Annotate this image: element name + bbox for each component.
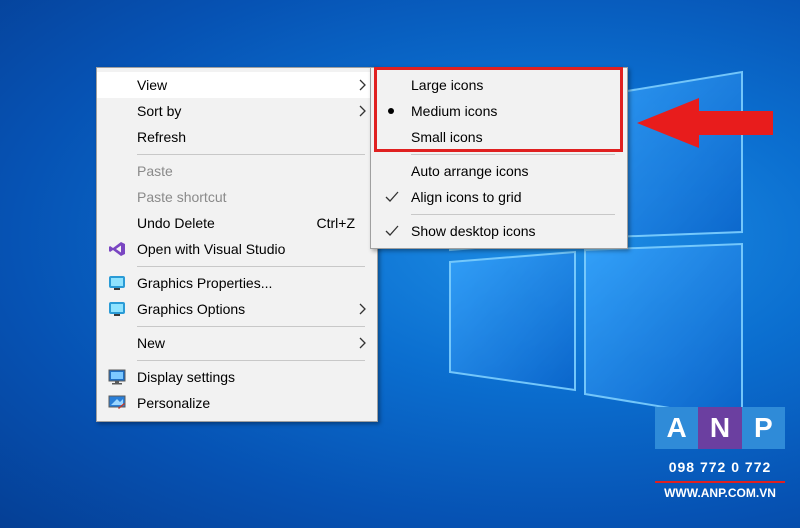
menu-separator	[137, 326, 365, 327]
menu-item-label: New	[137, 335, 166, 351]
menu-item-label: Undo Delete	[137, 215, 215, 231]
menu-item-graphics-properties[interactable]: Graphics Properties...	[97, 270, 377, 296]
watermark-phone: 098 772 0 772	[668, 459, 772, 475]
menu-item-label: Align icons to grid	[411, 189, 522, 205]
logo-letter: A	[655, 407, 699, 449]
menu-item-label: Personalize	[137, 395, 211, 411]
intel-graphics-icon	[109, 302, 125, 316]
menu-item-paste-shortcut[interactable]: Paste shortcut	[97, 184, 377, 210]
logo-letter: P	[741, 407, 785, 449]
menu-item-open-visual-studio[interactable]: Open with Visual Studio	[97, 236, 377, 262]
highlight-box	[374, 67, 623, 152]
menu-item-refresh[interactable]: Refresh	[97, 124, 377, 150]
menu-item-undo-delete[interactable]: Undo Delete Ctrl+Z	[97, 210, 377, 236]
menu-separator	[137, 360, 365, 361]
menu-separator	[137, 154, 365, 155]
display-icon	[108, 369, 126, 385]
menu-item-label: Paste	[137, 163, 173, 179]
menu-item-label: Sort by	[137, 103, 182, 119]
menu-item-view[interactable]: View	[97, 72, 377, 98]
chevron-right-icon	[359, 79, 366, 91]
menu-item-label: Paste shortcut	[137, 189, 227, 205]
menu-item-show-desktop-icons[interactable]: Show desktop icons	[371, 218, 627, 244]
chevron-right-icon	[359, 105, 366, 117]
intel-graphics-icon	[109, 276, 125, 290]
logo-letter: N	[698, 407, 742, 449]
menu-item-align-to-grid[interactable]: Align icons to grid	[371, 184, 627, 210]
anp-watermark: A N P 098 772 0 772 WWW.ANP.COM.VN	[655, 407, 785, 500]
menu-item-paste[interactable]: Paste	[97, 158, 377, 184]
menu-item-graphics-options[interactable]: Graphics Options	[97, 296, 377, 322]
menu-separator	[137, 266, 365, 267]
checkmark-icon	[385, 191, 399, 202]
personalize-icon	[108, 395, 126, 409]
menu-item-label: Auto arrange icons	[411, 163, 529, 179]
visual-studio-icon	[109, 242, 125, 256]
keyboard-shortcut: Ctrl+Z	[316, 215, 356, 231]
menu-item-sort-by[interactable]: Sort by	[97, 98, 377, 124]
menu-separator	[411, 214, 615, 215]
red-arrow-icon	[637, 98, 773, 148]
menu-item-personalize[interactable]: Personalize	[97, 390, 377, 416]
menu-item-new[interactable]: New	[97, 330, 377, 356]
menu-item-label: Refresh	[137, 129, 187, 145]
watermark-website: WWW.ANP.COM.VN	[655, 481, 785, 500]
menu-item-label: Show desktop icons	[411, 223, 536, 239]
menu-item-label: Open with Visual Studio	[137, 241, 286, 257]
menu-item-label: Graphics Options	[137, 301, 246, 317]
menu-item-label: Graphics Properties...	[137, 275, 273, 291]
menu-item-label: View	[137, 77, 168, 93]
menu-item-display-settings[interactable]: Display settings	[97, 364, 377, 390]
desktop-context-menu: View Sort by Refresh Paste Paste shortcu…	[96, 67, 378, 422]
chevron-right-icon	[359, 303, 366, 315]
menu-item-label: Display settings	[137, 369, 236, 385]
anp-logo: A N P	[655, 407, 785, 449]
menu-separator	[411, 154, 615, 155]
checkmark-icon	[385, 225, 399, 236]
menu-item-auto-arrange[interactable]: Auto arrange icons	[371, 158, 627, 184]
chevron-right-icon	[359, 337, 366, 349]
